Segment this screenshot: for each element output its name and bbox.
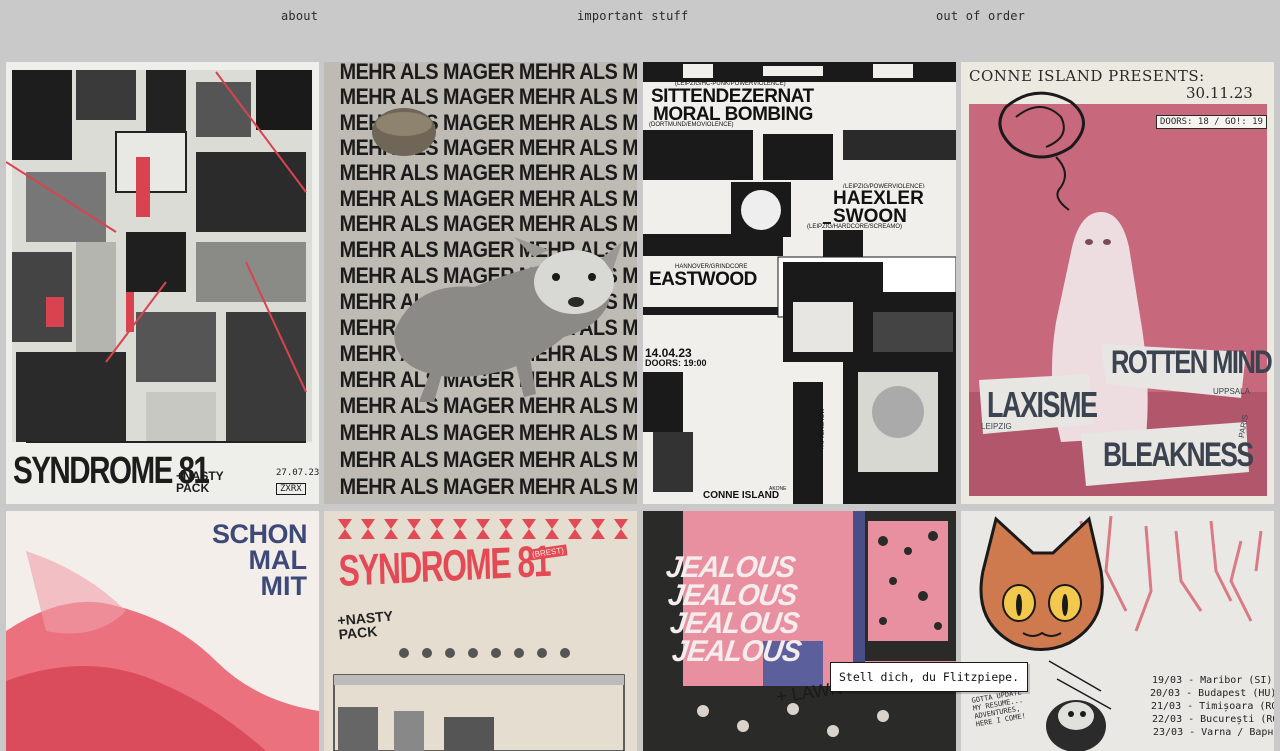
band-city: UPPSALA xyxy=(1213,387,1250,396)
tour-date: 22/03 - București (RO) xyxy=(1152,714,1274,725)
poster-code: ZXRX xyxy=(276,483,306,495)
poster-sittendezernat[interactable]: (LEIPZIG/HC-PUNK/POWERVIOLENCE) SITTENDE… xyxy=(643,62,956,504)
tour-date: 20/03 - Budapest (HU) xyxy=(1150,688,1274,699)
nav-link-important-stuff[interactable]: important stuff xyxy=(577,9,688,23)
doors-label: DOORS: 18 / GO!: 19 xyxy=(1156,115,1267,129)
poster-conne-island[interactable]: CONNE ISLAND PRESENTS: 30.11.23 DOORS: 1… xyxy=(961,62,1274,504)
venue-label: CONNE ISLAND xyxy=(701,490,782,501)
poster-title-line: MIT xyxy=(260,571,308,601)
band-tag: (LEIPZIG/HARDCORE/SCREAMO) xyxy=(807,224,903,230)
poster-cat-tour[interactable]: GOTTA UPDATE MY RESUME... ADVENTURES, HE… xyxy=(961,511,1274,751)
event-doors: DOORS: 19:00 xyxy=(645,358,707,368)
band-city: LEIPZIG xyxy=(981,422,1012,431)
poster-jealous[interactable]: JEALOUS JEALOUS JEALOUS JEALOUS + LAWN C… xyxy=(643,511,956,751)
poster-syndrome-81[interactable]: SYNDROME 81 +NASTY PACK 27.07.23 ZXRX xyxy=(6,62,319,504)
band-name: LAXISME xyxy=(987,384,1098,425)
nav-link-out-of-order[interactable]: out of order xyxy=(936,9,1025,23)
dog-illustration xyxy=(372,108,622,402)
poster-date: 27.07.23 xyxy=(276,468,319,478)
tour-date: 21/03 - Timișoara (RO) xyxy=(1151,701,1274,712)
band-name: EASTWOOD xyxy=(649,269,757,290)
poster-title: SYNDROME 81 xyxy=(338,536,551,596)
poster-syndrome-81-brest[interactable]: SYNDROME 81 (BREST) +NASTY PACK xyxy=(324,511,637,751)
band-name: ROTTEN MIND xyxy=(1111,344,1273,380)
aftershow-label: +AFTERSHOW xyxy=(820,408,826,450)
band-name: BLEAKNESS xyxy=(1103,436,1254,474)
nav-link-about[interactable]: about xyxy=(281,9,318,23)
tour-date: 23/03 - Varna / Варна (BG) xyxy=(1153,727,1274,738)
band-tag: (DORTMUND/EMOVIOLENCE) xyxy=(649,122,734,128)
hover-tooltip: Stell dich, du Flitzpiepe. xyxy=(830,662,1029,692)
poster-mehr-als-mager[interactable]: MEHR ALS MAGER MEHR ALS MAGER MEHR ALS M… xyxy=(324,62,637,504)
top-nav: about important stuff out of order xyxy=(0,0,1280,40)
poster-schon-mal-mit[interactable]: SCHON MAL MIT xyxy=(6,511,319,751)
tour-date: 19/03 - Maribor (SI) xyxy=(1152,675,1273,686)
collage-artwork xyxy=(6,70,312,443)
poster-word: JEALOUS xyxy=(670,635,803,668)
poster-subtitle: +NASTY PACK xyxy=(336,607,394,643)
poster-subtitle: +NASTY PACK xyxy=(176,469,224,495)
